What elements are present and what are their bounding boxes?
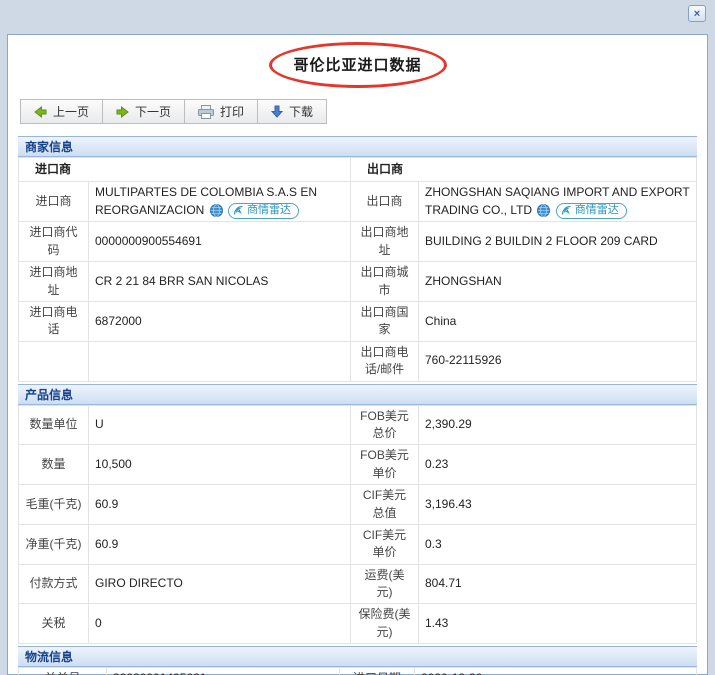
toolbar: 上一页 下一页 打印 下载: [20, 99, 697, 124]
importer-name-cell: MULTIPARTES DE COLOMBIA S.A.S EN REORGAN…: [88, 181, 351, 223]
logistics-section-header: 物流信息: [18, 646, 697, 668]
field-value: [88, 340, 351, 382]
printer-icon: [198, 104, 215, 119]
radar-badge[interactable]: 商情雷达: [555, 202, 627, 219]
field-label: 付款方式: [18, 563, 89, 605]
field-value: 0.23: [418, 444, 697, 486]
title-area: 哥伦比亚进口数据: [18, 35, 697, 91]
section-logistics: 物流信息 关单号 32020001495631 进口日期 2020-12-30 …: [18, 646, 697, 675]
field-label: 数量: [18, 444, 89, 486]
green-arrow-left-icon: [34, 105, 47, 118]
radar-badge-label: 商情雷达: [247, 203, 292, 216]
globe-icon[interactable]: [537, 204, 551, 218]
importer-col-header: 进口商: [18, 156, 351, 183]
field-label: 进口商: [18, 181, 89, 223]
download-button[interactable]: 下载: [257, 99, 328, 124]
field-value: ZHONGSHAN: [417, 261, 698, 302]
field-value: 2020-12-30: [414, 667, 697, 675]
field-label: 净重(千克): [18, 523, 89, 565]
field-label: 毛重(千克): [18, 484, 89, 525]
field-label: CIF美元单价: [350, 523, 419, 565]
field-label: [18, 340, 89, 382]
radar-badge-label: 商情雷达: [574, 203, 619, 216]
merchant-subheader-row: 进口商 出口商: [18, 156, 698, 183]
exporter-col-header: 出口商: [349, 156, 698, 183]
table-row: 毛重(千克) 60.9 CIF美元总值 3,196.43: [18, 484, 697, 525]
field-value: 10,500: [88, 444, 351, 486]
field-value: 804.71: [418, 563, 697, 605]
green-arrow-right-icon: [116, 105, 129, 118]
table-row: 关税 0 保险费(美元) 1.43: [18, 603, 697, 645]
field-value: 760-22115926: [417, 340, 698, 382]
globe-icon[interactable]: [209, 204, 223, 218]
download-label: 下载: [289, 105, 314, 119]
table-row: 进口商地址 CR 2 21 84 BRR SAN NICOLAS 出口商城市 Z…: [18, 261, 698, 302]
field-label: 出口商城市: [349, 261, 419, 302]
field-value: 0000000900554691: [88, 221, 351, 263]
exporter-name-cell: ZHONGSHAN SAQIANG IMPORT AND EXPORT TRAD…: [417, 181, 698, 223]
product-table: 数量单位 U FOB美元总价 2,390.29 数量 10,500 FOB美元单…: [18, 404, 697, 645]
prev-page-label: 上一页: [53, 105, 90, 119]
field-label: 运费(美元): [350, 563, 419, 605]
field-label: 保险费(美元): [350, 603, 419, 645]
field-value: 0.3: [418, 523, 697, 565]
table-row: 数量 10,500 FOB美元单价 0.23: [18, 444, 697, 486]
field-value: U: [88, 404, 351, 446]
field-value: 1.43: [418, 603, 697, 645]
close-button[interactable]: ×: [688, 5, 706, 22]
next-page-button[interactable]: 下一页: [102, 99, 186, 124]
page-title: 哥伦比亚进口数据: [293, 57, 422, 74]
radar-icon: [561, 205, 572, 216]
product-section-header: 产品信息: [18, 383, 697, 405]
blue-arrow-down-icon: [271, 105, 284, 118]
field-label: CIF美元总值: [350, 484, 419, 525]
field-label: FOB美元总价: [350, 404, 419, 446]
field-label: 数量单位: [18, 404, 89, 446]
field-label: 进口商代码: [18, 221, 89, 263]
merchant-table: 进口商 出口商 进口商 MULTIPARTES DE COLOMBIA S.A.…: [18, 156, 698, 382]
field-value: 2,390.29: [418, 404, 697, 446]
field-value: GIRO DIRECTO: [88, 563, 351, 605]
page: { "window": { "close_icon": "×" }, "page…: [0, 0, 715, 675]
field-value: China: [417, 300, 698, 342]
close-icon: ×: [693, 7, 701, 20]
field-value: 6872000: [88, 300, 351, 342]
detail-panel: 哥伦比亚进口数据 上一页 下一页 打印 下载 商家信息 进口商 出口商 进口商 …: [7, 34, 708, 675]
field-label: 关税: [18, 603, 89, 645]
print-button[interactable]: 打印: [184, 99, 259, 124]
next-page-label: 下一页: [135, 105, 172, 119]
field-value: 3,196.43: [418, 484, 697, 525]
prev-page-button[interactable]: 上一页: [20, 99, 104, 124]
field-value: 32020001495631: [106, 667, 340, 675]
table-row: 出口商电话/邮件 760-22115926: [18, 340, 698, 382]
logistics-table: 关单号 32020001495631 进口日期 2020-12-30 HS编码 …: [18, 667, 697, 675]
section-merchant: 商家信息 进口商 出口商 进口商 MULTIPARTES DE COLOMBIA…: [18, 136, 698, 382]
field-label: 进口日期: [339, 667, 415, 675]
radar-icon: [233, 205, 244, 216]
field-label: 出口商电话/邮件: [349, 340, 419, 382]
field-label: 关单号: [18, 667, 107, 675]
field-label: FOB美元单价: [350, 444, 419, 486]
field-value: CR 2 21 84 BRR SAN NICOLAS: [88, 261, 351, 302]
radar-badge[interactable]: 商情雷达: [228, 202, 300, 219]
field-value: BUILDING 2 BUILDIN 2 FLOOR 209 CARD: [417, 221, 698, 263]
table-row: 关单号 32020001495631 进口日期 2020-12-30: [18, 667, 697, 675]
table-row: 数量单位 U FOB美元总价 2,390.29: [18, 404, 697, 446]
field-label: 出口商: [349, 181, 419, 223]
field-label: 进口商地址: [18, 261, 89, 302]
field-label: 进口商电话: [18, 300, 89, 342]
table-row: 进口商 MULTIPARTES DE COLOMBIA S.A.S EN REO…: [18, 181, 698, 223]
field-value: 0: [88, 603, 351, 645]
table-row: 进口商电话 6872000 出口商国家 China: [18, 300, 698, 342]
field-value: 60.9: [88, 523, 351, 565]
field-value: 60.9: [88, 484, 351, 525]
print-label: 打印: [220, 105, 245, 119]
field-label: 出口商地址: [349, 221, 419, 263]
table-row: 净重(千克) 60.9 CIF美元单价 0.3: [18, 523, 697, 565]
table-row: 进口商代码 0000000900554691 出口商地址 BUILDING 2 …: [18, 221, 698, 263]
field-label: 出口商国家: [349, 300, 419, 342]
table-row: 付款方式 GIRO DIRECTO 运费(美元) 804.71: [18, 563, 697, 605]
section-product: 产品信息 数量单位 U FOB美元总价 2,390.29 数量 10,500 F…: [18, 383, 697, 645]
merchant-section-header: 商家信息: [18, 136, 697, 157]
